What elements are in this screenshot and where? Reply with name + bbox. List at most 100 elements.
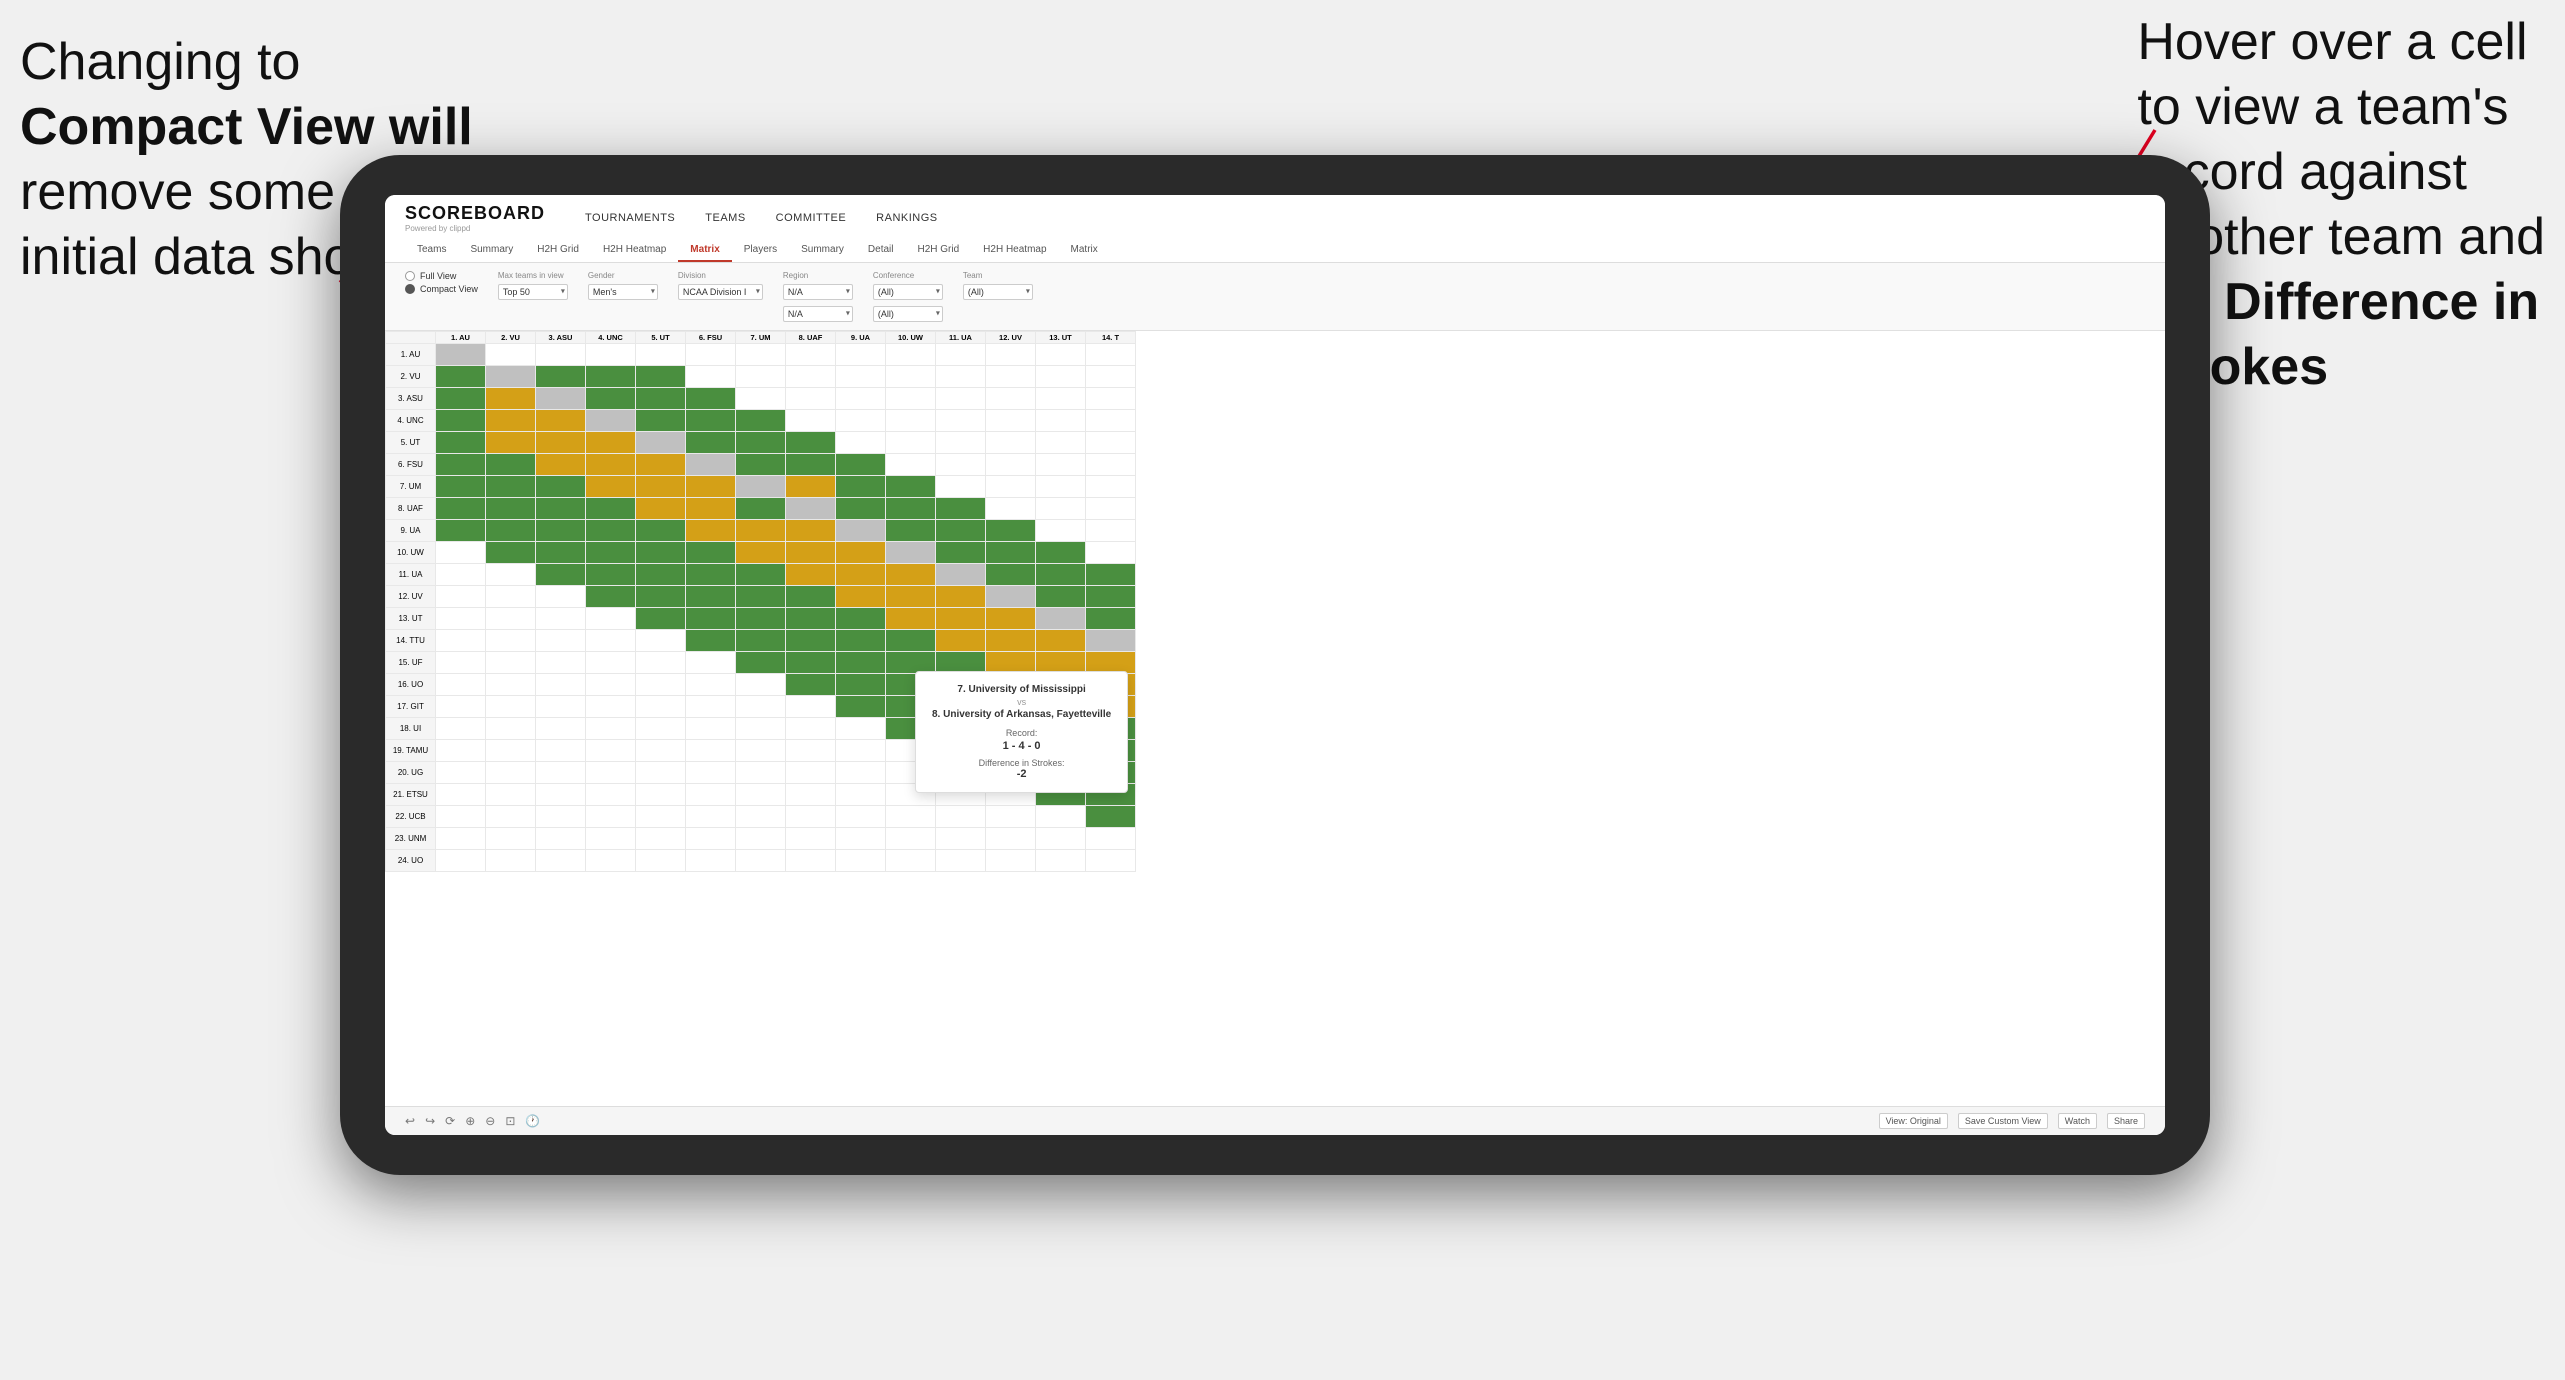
matrix-cell[interactable]	[536, 586, 586, 608]
matrix-cell[interactable]	[536, 366, 586, 388]
matrix-cell[interactable]	[986, 630, 1036, 652]
matrix-cell[interactable]	[886, 520, 936, 542]
matrix-cell[interactable]	[786, 806, 836, 828]
matrix-cell[interactable]	[1086, 476, 1136, 498]
matrix-cell[interactable]	[536, 498, 586, 520]
matrix-cell[interactable]	[486, 630, 536, 652]
matrix-cell[interactable]	[686, 850, 736, 872]
matrix-cell[interactable]	[686, 520, 736, 542]
matrix-cell[interactable]	[686, 674, 736, 696]
matrix-cell[interactable]	[536, 696, 586, 718]
matrix-cell[interactable]	[936, 432, 986, 454]
matrix-cell[interactable]	[736, 806, 786, 828]
nav-link-committee[interactable]: COMMITTEE	[776, 212, 847, 224]
redo-icon[interactable]: ↪	[425, 1114, 435, 1128]
matrix-cell[interactable]	[736, 410, 786, 432]
matrix-cell[interactable]	[686, 784, 736, 806]
matrix-cell[interactable]	[886, 410, 936, 432]
matrix-cell[interactable]	[486, 476, 536, 498]
matrix-cell[interactable]	[586, 366, 636, 388]
matrix-cell[interactable]	[486, 762, 536, 784]
matrix-cell[interactable]	[536, 806, 586, 828]
matrix-cell[interactable]	[986, 454, 1036, 476]
matrix-cell[interactable]	[486, 520, 536, 542]
matrix-cell[interactable]	[786, 366, 836, 388]
matrix-cell[interactable]	[836, 630, 886, 652]
matrix-cell[interactable]	[986, 432, 1036, 454]
matrix-cell[interactable]	[736, 454, 786, 476]
matrix-cell[interactable]	[536, 828, 586, 850]
matrix-cell[interactable]	[436, 762, 486, 784]
matrix-cell[interactable]	[786, 344, 836, 366]
matrix-cell[interactable]	[636, 674, 686, 696]
tab-summary2[interactable]: Summary	[789, 239, 856, 262]
matrix-cell[interactable]	[436, 542, 486, 564]
matrix-cell[interactable]	[536, 718, 586, 740]
matrix-cell[interactable]	[936, 498, 986, 520]
matrix-cell[interactable]	[836, 806, 886, 828]
matrix-cell[interactable]	[936, 806, 986, 828]
matrix-cell[interactable]	[736, 674, 786, 696]
matrix-cell[interactable]	[436, 696, 486, 718]
matrix-cell[interactable]	[636, 652, 686, 674]
matrix-cell[interactable]	[536, 652, 586, 674]
matrix-cell[interactable]	[736, 740, 786, 762]
matrix-cell[interactable]	[686, 564, 736, 586]
matrix-cell[interactable]	[686, 410, 736, 432]
matrix-cell[interactable]	[486, 454, 536, 476]
matrix-cell[interactable]	[636, 476, 686, 498]
matrix-cell[interactable]	[536, 344, 586, 366]
matrix-cell[interactable]	[586, 762, 636, 784]
matrix-cell[interactable]	[586, 542, 636, 564]
matrix-cell[interactable]	[786, 762, 836, 784]
matrix-cell[interactable]	[686, 630, 736, 652]
matrix-cell[interactable]	[436, 806, 486, 828]
matrix-cell[interactable]	[986, 410, 1036, 432]
matrix-cell[interactable]	[986, 498, 1036, 520]
matrix-cell[interactable]	[436, 388, 486, 410]
matrix-cell[interactable]	[736, 586, 786, 608]
matrix-cell[interactable]	[436, 410, 486, 432]
matrix-cell[interactable]	[786, 454, 836, 476]
matrix-cell[interactable]	[486, 366, 536, 388]
matrix-cell[interactable]	[786, 784, 836, 806]
matrix-cell[interactable]	[1086, 608, 1136, 630]
matrix-cell[interactable]	[486, 388, 536, 410]
matrix-cell[interactable]	[636, 410, 686, 432]
matrix-cell[interactable]	[1036, 344, 1086, 366]
nav-link-teams[interactable]: TEAMS	[705, 212, 745, 224]
matrix-cell[interactable]	[1036, 432, 1086, 454]
matrix-cell[interactable]	[1036, 586, 1086, 608]
matrix-cell[interactable]	[686, 476, 736, 498]
matrix-cell[interactable]	[836, 740, 886, 762]
matrix-cell[interactable]	[586, 388, 636, 410]
tab-matrix[interactable]: Matrix	[678, 239, 731, 262]
matrix-cell[interactable]	[836, 432, 886, 454]
matrix-cell[interactable]	[586, 828, 636, 850]
matrix-cell[interactable]	[836, 366, 886, 388]
matrix-cell[interactable]	[836, 674, 886, 696]
matrix-cell[interactable]	[736, 564, 786, 586]
matrix-cell[interactable]	[636, 366, 686, 388]
matrix-cell[interactable]	[686, 388, 736, 410]
matrix-cell[interactable]	[1086, 432, 1136, 454]
matrix-cell[interactable]	[486, 344, 536, 366]
matrix-cell[interactable]	[1036, 498, 1086, 520]
watch-button[interactable]: Watch	[2058, 1113, 2097, 1129]
matrix-cell[interactable]	[586, 608, 636, 630]
matrix-cell[interactable]	[886, 366, 936, 388]
matrix-cell[interactable]	[1086, 850, 1136, 872]
matrix-cell[interactable]	[986, 850, 1036, 872]
matrix-cell[interactable]	[836, 652, 886, 674]
matrix-cell[interactable]	[886, 454, 936, 476]
matrix-cell[interactable]	[586, 850, 636, 872]
region-select2[interactable]: N/A	[783, 306, 853, 322]
matrix-cell[interactable]	[836, 718, 886, 740]
matrix-cell[interactable]	[536, 542, 586, 564]
matrix-cell[interactable]	[1036, 476, 1086, 498]
matrix-cell[interactable]	[1036, 542, 1086, 564]
view-original-button[interactable]: View: Original	[1879, 1113, 1948, 1129]
matrix-cell[interactable]	[836, 696, 886, 718]
zoom-in-icon[interactable]: ⊕	[465, 1114, 475, 1128]
matrix-cell[interactable]	[786, 740, 836, 762]
